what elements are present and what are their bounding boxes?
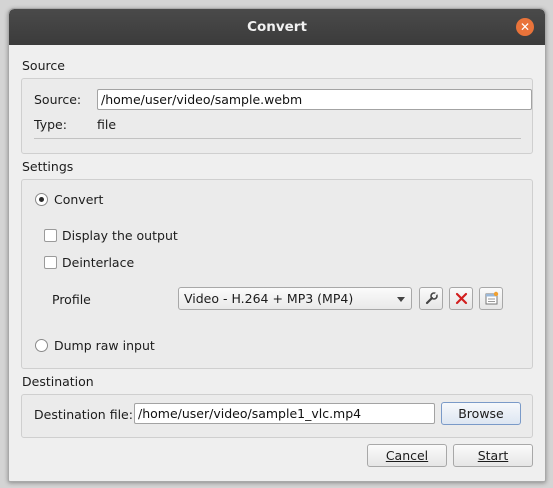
cancel-button[interactable]: Cancel [367,444,447,467]
destination-file-field[interactable]: /home/user/video/sample1_vlc.mp4 [134,403,435,424]
new-profile-button[interactable] [479,287,503,310]
title-bar[interactable]: Convert ✕ [9,9,545,45]
dump-raw-label[interactable]: Dump raw input [54,338,155,353]
settings-group: Convert Display the output Deinterlace P… [21,179,533,369]
source-section-label: Source [22,58,65,73]
type-label: Type: [34,117,67,132]
type-value: file [97,117,117,132]
display-output-checkbox[interactable] [44,229,57,242]
source-path-field[interactable]: /home/user/video/sample.webm [97,89,532,110]
new-profile-icon [485,291,499,305]
window-title: Convert [247,19,307,35]
start-button-label: Start [477,448,509,463]
convert-dialog: Convert ✕ Source Source: /home/user/vide… [8,8,546,482]
source-label: Source: [34,92,82,107]
deinterlace-checkbox[interactable] [44,256,57,269]
wrench-icon [425,292,438,305]
delete-x-icon [455,292,468,305]
convert-label[interactable]: Convert [54,192,103,207]
close-icon[interactable]: ✕ [516,18,534,36]
settings-section-label: Settings [22,159,74,174]
destination-file-label: Destination file: [34,407,133,422]
display-output-label[interactable]: Display the output [62,228,178,243]
chevron-down-icon [397,297,405,302]
dump-raw-radio[interactable] [35,339,48,352]
cancel-button-label: Cancel [385,448,429,463]
profile-selected-value: Video - H.264 + MP3 (MP4) [184,291,354,306]
destination-group: Destination file: /home/user/video/sampl… [21,394,533,438]
profile-label: Profile [52,292,91,307]
profile-dropdown[interactable]: Video - H.264 + MP3 (MP4) [178,287,412,310]
source-separator [34,138,521,139]
start-button[interactable]: Start [453,444,533,467]
edit-profile-button[interactable] [419,287,443,310]
delete-profile-button[interactable] [449,287,473,310]
convert-radio[interactable] [35,193,48,206]
source-group: Source: /home/user/video/sample.webm Typ… [21,78,533,154]
browse-button[interactable]: Browse [441,402,521,425]
deinterlace-label[interactable]: Deinterlace [62,255,134,270]
destination-section-label: Destination [22,374,94,389]
